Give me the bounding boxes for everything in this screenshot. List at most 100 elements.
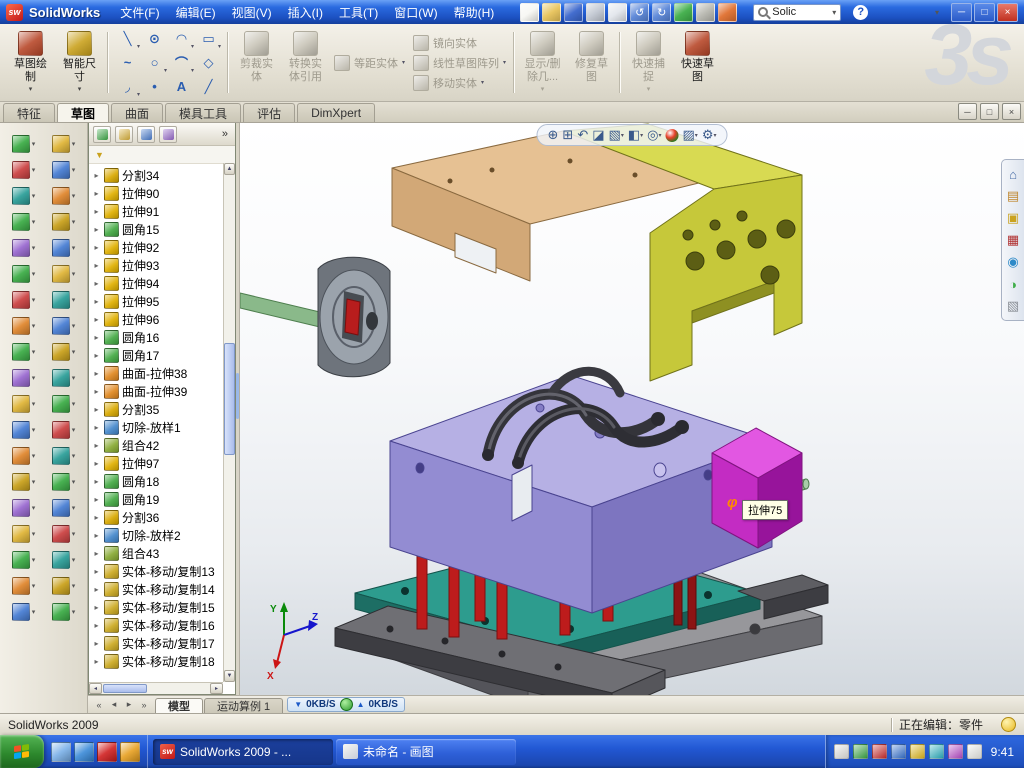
dropdown-icon[interactable]: ▾ [72, 348, 76, 356]
tree-item-move-copy-17[interactable]: ▸实体-移动/复制17 [92, 634, 235, 652]
tree-item-extrude-95[interactable]: ▸拉伸95 [92, 292, 235, 310]
menu-view[interactable]: 视图(V) [224, 2, 280, 23]
dropdown-icon[interactable]: ▾ [713, 132, 716, 139]
custom-properties-icon[interactable]: ▧ [1002, 295, 1024, 317]
left-tool-icon-9[interactable]: ▾ [4, 239, 44, 257]
left-tool-icon-30[interactable]: ▾ [44, 499, 84, 517]
scroll-down-button[interactable]: ▼ [224, 670, 235, 682]
trim-entities-button[interactable]: 剪裁实体 [232, 26, 281, 99]
left-tool-icon-13[interactable]: ▾ [4, 291, 44, 309]
display-delete-relations-button[interactable]: 显示/删除几...▾ [518, 26, 567, 99]
dropdown-icon[interactable]: ▾ [658, 132, 661, 139]
network-icon[interactable] [891, 744, 906, 759]
menu-file[interactable]: 文件(F) [112, 2, 167, 23]
tree-item-surface-extrude-38[interactable]: ▸曲面-拉伸38 [92, 364, 235, 382]
help-dropdown-icon[interactable]: ▾ [935, 8, 939, 17]
mirror-entities-button[interactable]: 镜向实体 [413, 35, 506, 51]
design-library-icon[interactable]: ▤ [1002, 185, 1024, 207]
tab-mold-tools[interactable]: 模具工具 [165, 103, 241, 122]
dropdown-icon[interactable]: ▾ [695, 132, 698, 139]
polygon-tool-icon[interactable]: ◇ [195, 51, 222, 75]
ellipse-tool-icon[interactable]: ○▾ [141, 51, 168, 75]
left-tool-icon-22[interactable]: ▾ [44, 395, 84, 413]
expand-arrow-icon[interactable]: ▸ [92, 333, 101, 342]
dropdown-icon[interactable]: ▾ [32, 400, 36, 408]
app-restore-button[interactable]: □ [974, 3, 995, 22]
expand-arrow-icon[interactable]: ▸ [92, 585, 101, 594]
left-tool-icon-19[interactable]: ▾ [4, 369, 44, 387]
left-tool-icon-38[interactable]: ▾ [44, 603, 84, 621]
point-tool-icon[interactable]: • [141, 75, 168, 99]
expand-arrow-icon[interactable]: ▸ [92, 297, 101, 306]
ime-icon[interactable] [834, 744, 849, 759]
tree-horizontal-scrollbar[interactable]: ◂ ▸ [89, 682, 223, 694]
expand-arrow-icon[interactable]: ▸ [92, 243, 101, 252]
left-tool-icon-18[interactable]: ▾ [44, 343, 84, 361]
expand-arrow-icon[interactable]: ▸ [92, 423, 101, 432]
graphics-icon[interactable] [948, 744, 963, 759]
dropdown-icon[interactable]: ▾ [32, 608, 36, 616]
help-button[interactable]: ? [853, 5, 868, 20]
expand-arrow-icon[interactable]: ▸ [92, 531, 101, 540]
tree-item-fillet-17[interactable]: ▸圆角17 [92, 346, 235, 364]
left-tool-icon-4[interactable]: ▾ [44, 161, 84, 179]
repair-sketch-button[interactable]: 修复草图 [567, 26, 616, 99]
dropdown-icon[interactable]: ▾ [32, 348, 36, 356]
left-tool-icon-8[interactable]: ▾ [44, 213, 84, 231]
tree-item-split-34[interactable]: ▸分割34 [92, 166, 235, 184]
tree-item-split-36[interactable]: ▸分割36 [92, 508, 235, 526]
dropdown-icon[interactable]: ▾ [647, 85, 651, 93]
graphics-area[interactable]: φ Y Z X ⊕⊞↶◪▧▾◧▾◎▾▨▾⚙▾ 拉伸75 ⌂▤▣▦◉◑▧ [240, 123, 1024, 695]
left-tool-icon-29[interactable]: ▾ [4, 499, 44, 517]
left-tool-icon-2[interactable]: ▾ [44, 135, 84, 153]
dropdown-icon[interactable]: ▾ [32, 244, 36, 252]
expand-arrow-icon[interactable]: ▸ [92, 459, 101, 468]
tree-item-extrude-93[interactable]: ▸拉伸93 [92, 256, 235, 274]
file-explorer-icon[interactable]: ▣ [1002, 207, 1024, 229]
dropdown-icon[interactable]: ▾ [72, 530, 76, 538]
document-close-button[interactable]: × [1002, 103, 1021, 120]
left-tool-icon-33[interactable]: ▾ [4, 551, 44, 569]
scrollbar-thumb[interactable] [224, 343, 235, 455]
left-tool-icon-15[interactable]: ▾ [4, 317, 44, 335]
expand-arrow-icon[interactable]: ▸ [92, 315, 101, 324]
antivirus-icon[interactable] [872, 744, 887, 759]
dropdown-icon[interactable]: ▾ [32, 530, 36, 538]
left-tool-icon-36[interactable]: ▾ [44, 577, 84, 595]
dropdown-icon[interactable]: ▾ [72, 374, 76, 382]
menu-help[interactable]: 帮助(H) [446, 2, 503, 23]
document-minimize-button[interactable]: ─ [958, 103, 977, 120]
undo-icon[interactable]: ↺ [630, 3, 649, 22]
sketch-fillet-tool-icon[interactable]: ◞▾ [114, 75, 141, 99]
dropdown-icon[interactable]: ▾ [72, 452, 76, 460]
dropdown-icon[interactable]: ▾ [72, 166, 76, 174]
dropdown-icon[interactable]: ▾ [32, 140, 36, 148]
print-icon[interactable] [586, 3, 605, 22]
task-paint[interactable]: 未命名 - 画图 [336, 739, 516, 765]
tree-item-extrude-90[interactable]: ▸拉伸90 [92, 184, 235, 202]
dropdown-icon[interactable]: ▾ [32, 582, 36, 590]
expand-arrow-icon[interactable]: ▸ [92, 549, 101, 558]
dropdown-icon[interactable]: ▾ [72, 556, 76, 564]
dropdown-icon[interactable]: ▾ [191, 43, 194, 50]
app-close-button[interactable]: × [997, 3, 1018, 22]
tree-item-fillet-15[interactable]: ▸圆角15 [92, 220, 235, 238]
home-icon[interactable]: ⌂ [1002, 163, 1024, 185]
expand-arrow-icon[interactable]: ▸ [92, 171, 101, 180]
scrollbar-track[interactable] [224, 175, 235, 670]
left-tool-icon-12[interactable]: ▾ [44, 265, 84, 283]
arc-tool-icon[interactable]: ◠▾ [168, 27, 195, 51]
left-tool-icon-24[interactable]: ▾ [44, 421, 84, 439]
tree-item-move-copy-15[interactable]: ▸实体-移动/复制15 [92, 598, 235, 616]
dropdown-icon[interactable]: ▾ [32, 504, 36, 512]
left-tool-icon-11[interactable]: ▾ [4, 265, 44, 283]
expand-arrow-icon[interactable]: ▸ [92, 189, 101, 198]
scene-icon[interactable]: ◑ [1002, 273, 1024, 295]
dropdown-icon[interactable]: ▾ [32, 426, 36, 434]
dropdown-icon[interactable]: ▾ [72, 270, 76, 278]
expand-arrow-icon[interactable]: ▸ [92, 639, 101, 648]
dropdown-icon[interactable]: ▾ [32, 192, 36, 200]
rapid-sketch-button[interactable]: 快速草图 [673, 26, 722, 99]
redo-icon[interactable]: ↻ [652, 3, 671, 22]
propertymanager-tab[interactable] [115, 126, 133, 143]
